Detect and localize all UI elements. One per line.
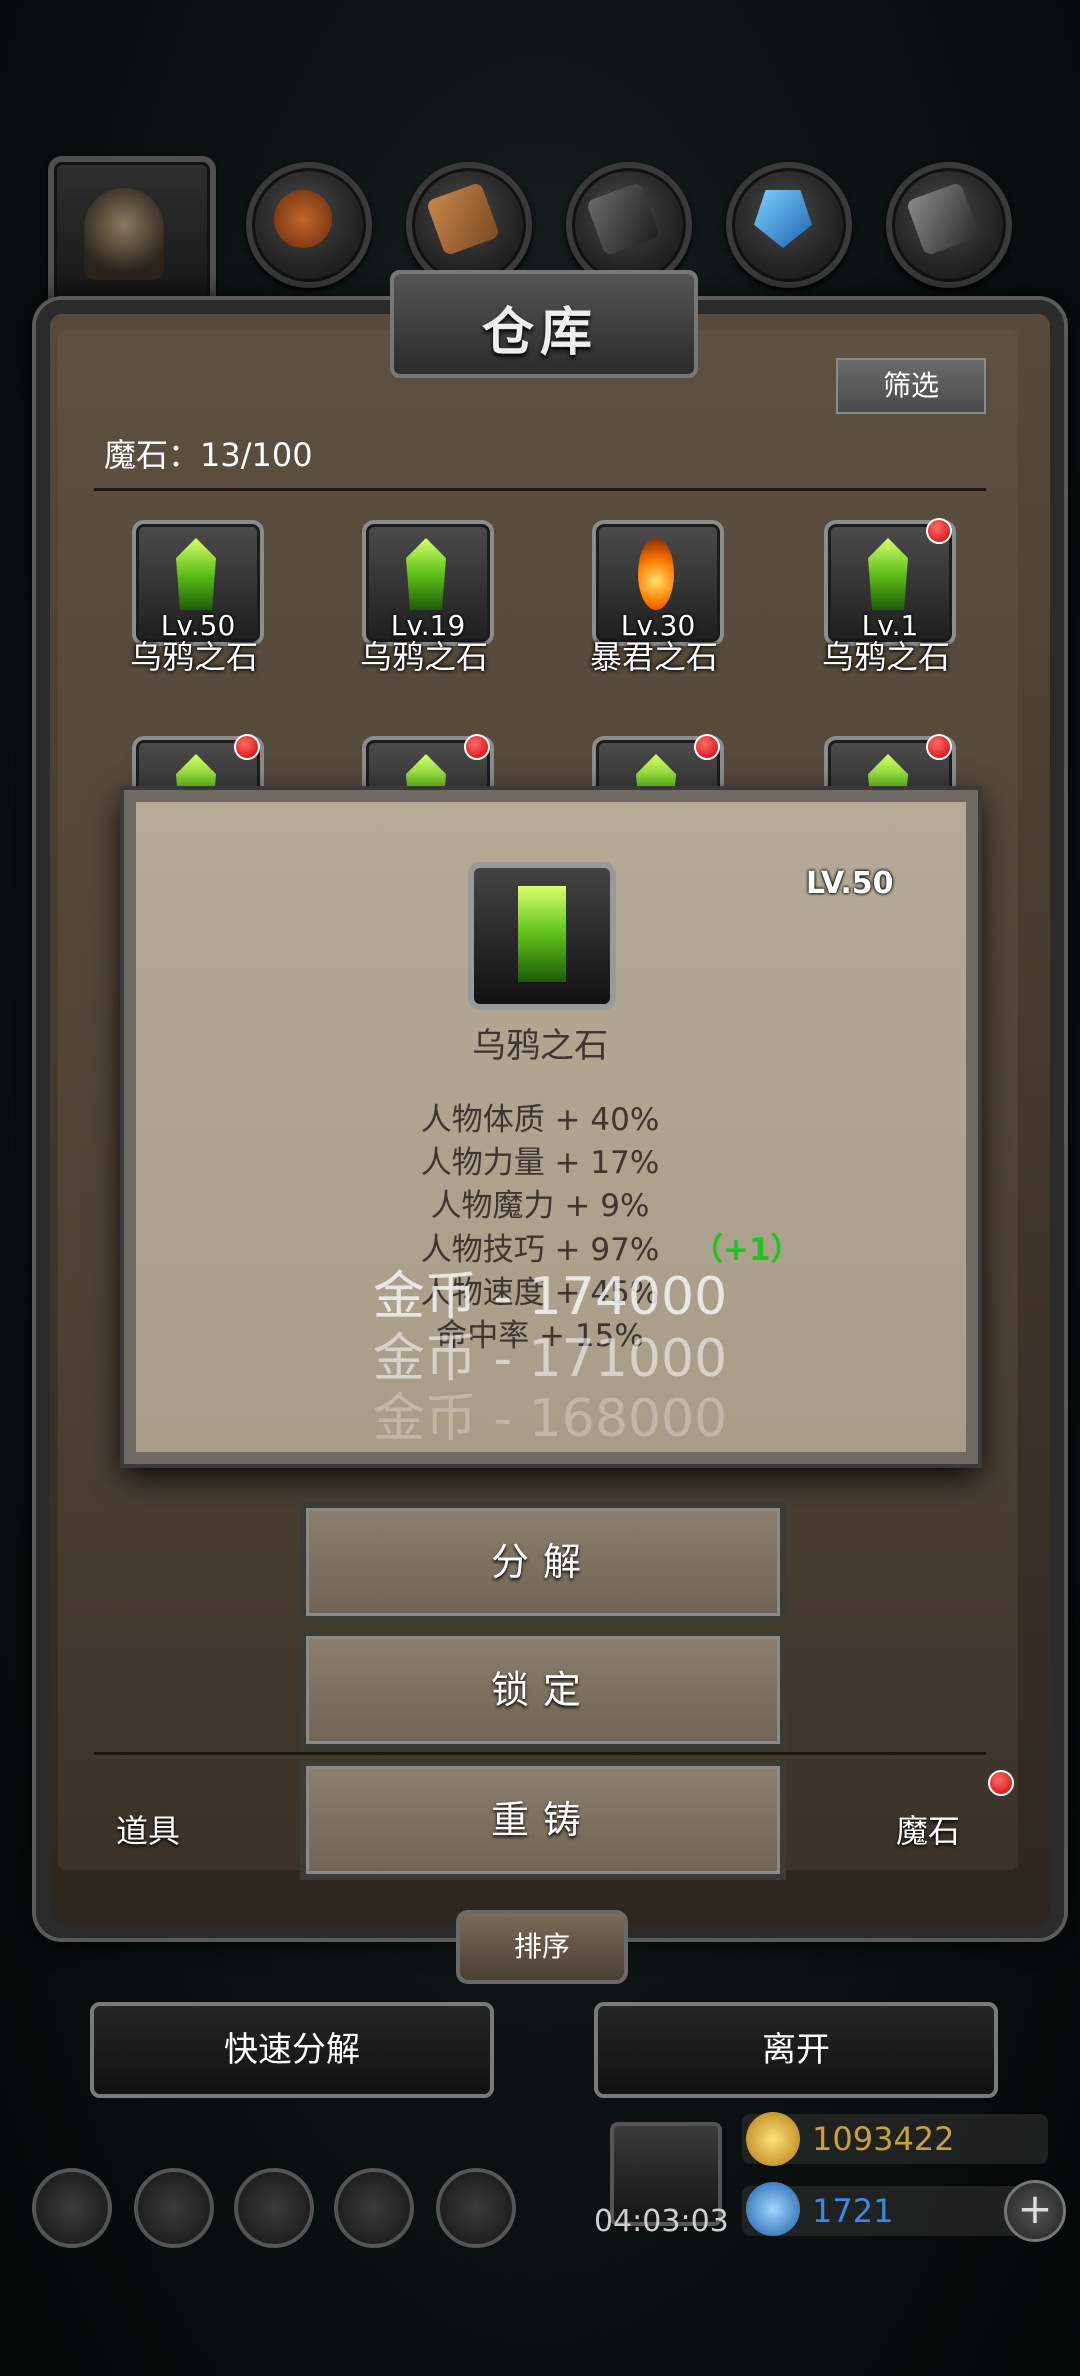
settings-icon[interactable] xyxy=(32,2168,112,2248)
new-badge xyxy=(234,734,260,760)
book-icon[interactable] xyxy=(234,2168,314,2248)
divider xyxy=(94,1752,986,1755)
quick-decompose-button[interactable]: 快速分解 xyxy=(90,2002,494,2098)
new-badge xyxy=(464,734,490,760)
tab-helmet[interactable] xyxy=(48,156,216,324)
steel-icon xyxy=(905,181,981,257)
stone-slot[interactable]: Lv.30 xyxy=(592,520,724,646)
leave-button[interactable]: 离开 xyxy=(594,2002,998,2098)
tab-crystal[interactable] xyxy=(726,162,852,288)
decompose-button[interactable]: 分解 xyxy=(300,1502,786,1622)
detail-level: LV.50 xyxy=(806,866,894,901)
green-stone-icon xyxy=(406,538,446,610)
crystal-icon xyxy=(754,190,812,248)
tab-bread[interactable] xyxy=(246,162,372,288)
new-badge xyxy=(988,1770,1014,1796)
iron-icon xyxy=(585,181,661,257)
green-stone-icon xyxy=(868,538,908,610)
add-gems-button[interactable]: + xyxy=(1004,2180,1066,2242)
tab-steel[interactable] xyxy=(886,162,1012,288)
gem-icon xyxy=(746,2182,800,2236)
gold-amount: 1093422 xyxy=(812,2120,955,2158)
gem-amount: 1721 xyxy=(812,2192,894,2230)
new-badge xyxy=(926,518,952,544)
stat-line: 人物魔力 + 9% xyxy=(430,1188,650,1224)
gift-timer: 04:03:03 xyxy=(594,2204,729,2239)
green-stone-icon xyxy=(176,538,216,610)
stone-name: 乌鸦之石 xyxy=(359,638,488,676)
detail-name: 乌鸦之石 xyxy=(472,1026,608,1066)
fire-stone-icon xyxy=(638,538,674,610)
divider xyxy=(94,488,986,491)
green-stone-icon xyxy=(518,886,566,982)
tab-items[interactable]: 道具 xyxy=(116,1806,180,1852)
stat-line: 人物体质 + 40% xyxy=(420,1102,660,1138)
gold-coin-icon xyxy=(746,2112,800,2166)
stat-line: 人物力量 + 17% xyxy=(420,1145,660,1181)
floating-cost: 金币 - 168000 xyxy=(372,1389,728,1449)
lock-button[interactable]: 锁定 xyxy=(300,1630,786,1750)
new-badge xyxy=(926,734,952,760)
stone-name: 暴君之石 xyxy=(589,638,718,676)
stone-name: 乌鸦之石 xyxy=(129,638,258,676)
stone-slot[interactable]: Lv.19 xyxy=(362,520,494,646)
bread-icon xyxy=(274,190,332,248)
detail-stone-frame xyxy=(468,862,616,1010)
filter-button[interactable]: 筛选 xyxy=(836,358,986,414)
tab-stones[interactable]: 魔石 xyxy=(896,1806,960,1852)
mail-icon[interactable] xyxy=(334,2168,414,2248)
star-icon[interactable] xyxy=(134,2168,214,2248)
sort-button[interactable]: 排序 xyxy=(456,1910,628,1984)
stone-name: 乌鸦之石 xyxy=(821,638,950,676)
new-badge xyxy=(694,734,720,760)
reforge-button[interactable]: 重铸 xyxy=(300,1760,786,1880)
page-title: 仓库 xyxy=(481,303,598,363)
helmet-icon xyxy=(84,188,164,280)
shield-icon[interactable] xyxy=(436,2168,516,2248)
wood-icon xyxy=(425,181,501,257)
stone-count: 魔石：13/100 xyxy=(104,436,313,474)
stone-slot[interactable]: Lv.50 xyxy=(132,520,264,646)
